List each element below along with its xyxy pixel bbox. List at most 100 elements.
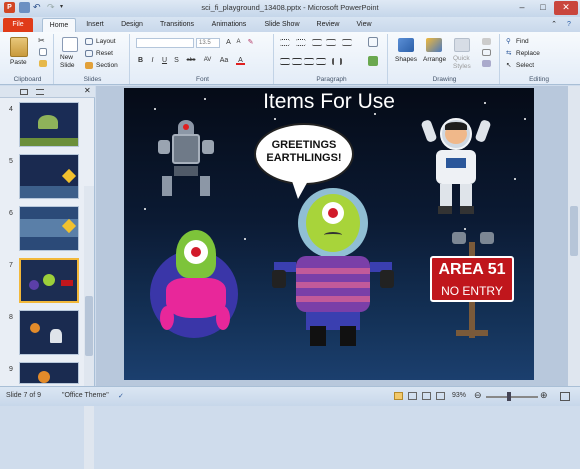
new-slide-icon[interactable] — [62, 37, 78, 52]
line-spacing-icon[interactable] — [342, 39, 352, 46]
strikethrough-button[interactable]: abc — [184, 56, 198, 65]
align-left-icon[interactable] — [280, 58, 290, 65]
drawing-group: Shapes Arrange Quick Styles Drawing — [390, 34, 500, 84]
arrange-icon[interactable] — [426, 38, 442, 52]
shapes-icon[interactable] — [398, 38, 414, 52]
underline-button[interactable]: U — [160, 56, 169, 65]
shape-fill-icon[interactable] — [482, 38, 491, 45]
sign-title: AREA 51 — [438, 261, 506, 278]
tab-file[interactable]: File — [3, 18, 33, 32]
slide-canvas[interactable]: Items For Use GREETINGS EARTHLINGS! AREA… — [124, 88, 534, 380]
editor-scroll-thumb[interactable] — [570, 206, 578, 256]
sign-subtitle: NO ENTRY — [441, 284, 503, 298]
quick-styles-icon[interactable] — [454, 38, 470, 52]
speech-bubble: GREETINGS EARTHLINGS! — [254, 123, 354, 185]
justify-icon[interactable] — [316, 58, 326, 65]
font-color-button[interactable]: A — [236, 56, 245, 65]
slideshow-icon[interactable] — [436, 392, 445, 400]
copy-icon[interactable] — [39, 48, 47, 56]
smartart-icon[interactable] — [368, 56, 378, 66]
paste-button[interactable]: Paste — [10, 59, 27, 66]
increase-indent-icon[interactable] — [326, 39, 336, 46]
tab-view[interactable]: View — [350, 18, 378, 32]
thumb-number: 4 — [9, 106, 13, 113]
scroll-thumb[interactable] — [85, 296, 93, 356]
find-button[interactable]: Find — [516, 38, 529, 45]
replace-button[interactable]: Replace — [516, 50, 540, 57]
slide-thumbnail[interactable] — [19, 154, 79, 199]
clear-formatting-icon[interactable]: ✎ — [246, 38, 255, 47]
zoom-in-button[interactable]: ⊕ — [540, 390, 548, 401]
fit-to-window-icon[interactable] — [560, 392, 570, 401]
font-size-combo[interactable]: 13.5 — [196, 38, 220, 48]
zoom-slider-thumb[interactable] — [507, 392, 511, 401]
tab-animations[interactable]: Animations — [206, 18, 252, 32]
shrink-font-icon[interactable]: A — [234, 38, 243, 47]
zoom-level[interactable]: 93% — [452, 392, 466, 399]
tab-slide-show[interactable]: Slide Show — [258, 18, 306, 32]
grow-font-icon[interactable]: A — [224, 38, 233, 47]
tab-insert[interactable]: Insert — [80, 18, 110, 32]
select-button[interactable]: Select — [516, 62, 534, 69]
paste-icon[interactable] — [10, 37, 28, 57]
zoom-slider[interactable] — [486, 396, 538, 398]
outline-tab-icon[interactable] — [36, 89, 44, 95]
zoom-out-button[interactable]: ⊖ — [474, 390, 482, 401]
slide-thumbnail[interactable] — [19, 310, 79, 355]
slide-thumbnail-pane: ✕ 4 5 6 7 8 9 — [0, 86, 95, 469]
arrange-button[interactable]: Arrange — [423, 56, 446, 63]
quick-styles-button[interactable]: Quick Styles — [453, 55, 471, 71]
slides-group: New Slide Layout Reset Section Slides — [56, 34, 130, 84]
bullets-icon[interactable] — [280, 39, 290, 46]
slide-thumbnail-selected[interactable] — [19, 258, 79, 303]
numbering-icon[interactable] — [296, 39, 306, 46]
slide-thumbnail[interactable] — [19, 362, 79, 384]
tab-review[interactable]: Review — [312, 18, 344, 32]
ribbon-minimize-icon[interactable]: ⌃ — [548, 18, 560, 32]
columns-icon[interactable] — [332, 58, 342, 65]
tab-design[interactable]: Design — [116, 18, 148, 32]
shadow-button[interactable]: S — [172, 56, 181, 65]
spellcheck-icon[interactable]: ✓ — [118, 392, 124, 400]
drawing-label: Drawing — [432, 76, 457, 83]
text-direction-icon[interactable] — [368, 37, 378, 47]
maximize-button[interactable]: □ — [533, 1, 553, 15]
editor-scrollbar[interactable] — [568, 86, 580, 386]
normal-view-icon[interactable] — [394, 392, 403, 400]
thumb-number: 8 — [9, 314, 13, 321]
cut-icon[interactable]: ✂ — [38, 36, 45, 45]
reading-view-icon[interactable] — [422, 392, 431, 400]
new-slide-button[interactable]: New Slide — [60, 54, 74, 70]
tab-transitions[interactable]: Transitions — [154, 18, 200, 32]
bold-button[interactable]: B — [136, 56, 145, 65]
editing-group: ⚲ Find ⇆ Replace ↖ Select Editing — [502, 34, 576, 84]
slide-title[interactable]: Items For Use — [124, 90, 534, 114]
slide-sorter-icon[interactable] — [408, 392, 417, 400]
close-pane-icon[interactable]: ✕ — [84, 86, 91, 95]
decrease-indent-icon[interactable] — [312, 39, 322, 46]
close-button[interactable]: ✕ — [554, 1, 578, 15]
font-name-combo[interactable] — [136, 38, 194, 48]
align-right-icon[interactable] — [304, 58, 314, 65]
italic-button[interactable]: I — [148, 56, 157, 65]
slide-thumbnail[interactable] — [19, 102, 79, 147]
section-button[interactable]: Section — [96, 62, 118, 69]
char-spacing-button[interactable]: AV — [202, 56, 213, 65]
reset-button[interactable]: Reset — [96, 50, 113, 57]
shape-outline-icon[interactable] — [482, 49, 491, 56]
format-painter-icon[interactable] — [39, 60, 47, 67]
paragraph-group: Paragraph — [276, 34, 388, 84]
help-icon[interactable]: ? — [563, 18, 575, 32]
tab-home[interactable]: Home — [42, 18, 76, 32]
ribbon-tabs: File Home Insert Design Transitions Anim… — [0, 17, 580, 32]
shape-effects-icon[interactable] — [482, 60, 491, 67]
change-case-button[interactable]: Aa — [218, 56, 230, 65]
thumbnail-scrollbar[interactable] — [84, 186, 94, 469]
layout-button[interactable]: Layout — [96, 38, 116, 45]
align-center-icon[interactable] — [292, 58, 302, 65]
shapes-button[interactable]: Shapes — [395, 56, 417, 63]
slide-indicator: Slide 7 of 9 — [6, 392, 42, 399]
slide-thumbnail[interactable] — [19, 206, 79, 251]
slides-tab-icon[interactable] — [20, 89, 28, 95]
minimize-button[interactable]: – — [512, 1, 532, 15]
